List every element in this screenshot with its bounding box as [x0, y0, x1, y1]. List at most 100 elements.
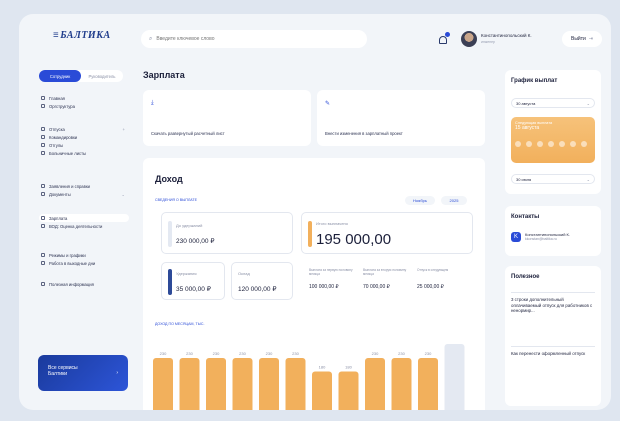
before-tax-box: До удержаний 230 000,00 ₽	[161, 212, 293, 254]
deductions-box: Удержания 35 000,00 ₽	[161, 262, 225, 300]
schedule-icon	[41, 253, 45, 257]
contact-item[interactable]: K Константинопольский К. kkonstan@baltik…	[511, 232, 570, 242]
contact-email[interactable]: kkonstan@baltika.ru	[525, 237, 570, 242]
chart-data-label: 180	[319, 364, 326, 369]
income-title: Доход	[155, 174, 183, 184]
sidebar-item-home[interactable]: Главная	[39, 94, 129, 102]
bell-icon[interactable]	[439, 32, 450, 44]
nav-group-1: Главная Оргструктура	[39, 94, 129, 110]
search-input[interactable]	[156, 36, 347, 42]
chart-bar	[391, 358, 412, 410]
chart-bar	[418, 358, 438, 410]
org-icon	[41, 104, 45, 108]
chart-data-label: 180	[345, 364, 352, 369]
sidebar-item-orgstructure[interactable]: Оргструктура	[39, 102, 129, 110]
chart-data-label: 230	[266, 351, 273, 356]
total-paid-value: 195 000,00	[316, 231, 392, 248]
sidebar-item-trips[interactable]: Командировки	[39, 133, 129, 141]
topbar: БАЛТИКА ⌕ Константинопольский К. инженер…	[19, 14, 611, 60]
chevron-right-icon: ›	[116, 370, 118, 376]
all-services-card[interactable]: Все сервисы Балтики ›	[38, 355, 128, 391]
sidebar-item-info[interactable]: Полезная информация	[39, 280, 129, 288]
chevron-down-icon: ⌄	[586, 100, 590, 106]
sidebar-item-label: Полезная информация	[49, 281, 94, 287]
total-paid-label: Итого выплачено	[316, 221, 348, 226]
sidebar-item-label: Работа в выходные дни	[49, 260, 96, 266]
chart-bar	[259, 358, 279, 410]
useful-item[interactable]: 3 строки дополнительный оплачиваемый отп…	[511, 292, 595, 340]
schedule-dots	[515, 141, 587, 147]
user-info[interactable]: Константинопольский К. инженер	[481, 33, 532, 45]
payment-1-value: 100 000,00 ₽	[309, 284, 339, 290]
next-payment-card[interactable]: Следующая выплата 15 августа	[511, 117, 595, 163]
logo[interactable]: БАЛТИКА	[53, 30, 111, 41]
before-tax-marker	[168, 221, 172, 247]
dayoff-icon	[41, 143, 45, 147]
chart-data-label: 230	[213, 351, 220, 356]
logout-button[interactable]: Выйти ⇥	[562, 31, 602, 47]
sidebar-item-salary[interactable]: Зарплата	[39, 214, 129, 222]
edit-salary-project-label: Внести изменения в зарплатный проект	[325, 131, 403, 136]
useful-item[interactable]: Как перенести оформленный отпуск	[511, 346, 595, 386]
salary-box: Оклад 120 000,00 ₽	[231, 262, 293, 300]
schedule-date-select[interactable]: 30 августа ⌄	[511, 98, 595, 108]
sidebar-item-label: Главная	[49, 95, 65, 101]
toggle-manager[interactable]: Руководитель	[81, 70, 123, 82]
chart-bar	[285, 358, 306, 410]
sidebar-item-label: Заявления и справки	[49, 183, 91, 189]
sidebar-item-label: Отгулы	[49, 142, 64, 148]
contact-avatar: K	[511, 232, 521, 242]
chart-data-label: 230	[398, 351, 405, 356]
nav-group-6: Полезная информация	[39, 280, 129, 288]
total-paid-box: Итого выплачено 195 000,00	[301, 212, 473, 254]
chart-bar	[365, 358, 385, 410]
sidebar-item-weekend-work[interactable]: Работа в выходные дни	[39, 259, 129, 267]
document-icon	[41, 192, 45, 196]
payment-3-label: Отпуск в следующем	[417, 268, 449, 272]
chevron-down-icon: ⌄	[121, 191, 125, 197]
deductions-label: Удержания	[176, 271, 197, 276]
chart-data-label: 230	[425, 351, 432, 356]
edit-icon: ✎	[325, 101, 331, 107]
avatar[interactable]	[461, 31, 477, 47]
year-select[interactable]: 2025	[441, 196, 467, 205]
sidebar-item-schedules[interactable]: Режимы и графики	[39, 251, 129, 259]
chart-bar	[232, 358, 253, 410]
app-window: БАЛТИКА ⌕ Константинопольский К. инженер…	[19, 14, 611, 410]
toggle-employee[interactable]: Сотрудник	[39, 70, 81, 82]
schedule-date-select-2[interactable]: 30 июля ⌄	[511, 174, 595, 184]
payment-details-label: Сведения о выплате	[155, 198, 198, 202]
search-bar[interactable]: ⌕	[141, 30, 367, 48]
vacation-icon	[41, 127, 45, 131]
schedule-date-label: 30 августа	[516, 100, 536, 106]
sidebar-item-vacations[interactable]: Отпуска +	[39, 125, 129, 133]
chevron-down-icon: ⌄	[586, 176, 590, 182]
sidebar-item-label: ВОД: Оценка деятельности	[49, 223, 103, 229]
chart-bar	[206, 358, 226, 410]
plus-icon: +	[122, 126, 125, 132]
useful-title: Полезное	[511, 274, 540, 280]
payment-3-value: 25 000,00 ₽	[417, 284, 444, 290]
sidebar-item-requests[interactable]: Заявления и справки	[39, 182, 129, 190]
sidebar-item-daysoff[interactable]: Отгулы	[39, 141, 129, 149]
all-services-label: Все сервисы Балтики	[48, 365, 78, 377]
payment-schedule-title: График выплат	[511, 78, 558, 84]
sidebar-item-documents[interactable]: Документы ⌄	[39, 190, 129, 198]
payment-2-value: 70 000,00 ₽	[363, 284, 390, 290]
payment-1-label: Выплата за первую половину месяца	[309, 268, 353, 276]
before-tax-value: 230 000,00 ₽	[176, 238, 215, 245]
chart-bar	[179, 358, 200, 410]
contacts-title: Контакты	[511, 214, 540, 220]
salary-label: Оклад	[238, 271, 250, 276]
edit-salary-project-card[interactable]: ✎ Внести изменения в зарплатный проект	[317, 90, 485, 146]
download-payslip-label: Скачать развернутый расчетный лист	[151, 131, 225, 136]
salary-icon	[41, 216, 45, 220]
sidebar-item-sickleave[interactable]: Больничные листы	[39, 149, 129, 157]
download-payslip-card[interactable]: ⤓ Скачать развернутый расчетный лист	[143, 90, 311, 146]
notification-dot	[445, 32, 450, 37]
deductions-value: 35 000,00 ₽	[176, 286, 211, 293]
month-select[interactable]: Ноябрь	[405, 196, 435, 205]
chart-data-label: 230	[160, 351, 167, 356]
sidebar-item-performance[interactable]: ВОД: Оценка деятельности	[39, 222, 129, 230]
request-icon	[41, 184, 45, 188]
